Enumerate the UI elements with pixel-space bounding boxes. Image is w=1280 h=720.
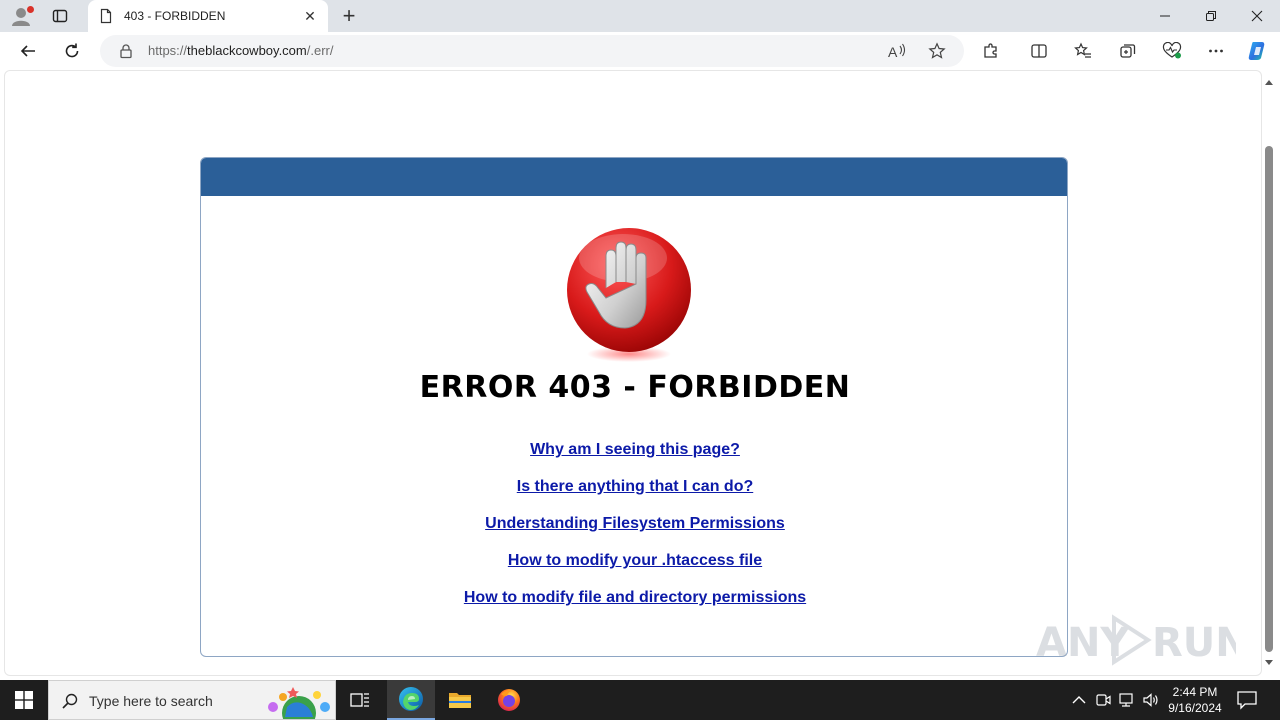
browser-toolbar: https://theblackcowboy.com/.err/ A [0, 32, 1280, 70]
tray-network[interactable] [1118, 691, 1136, 709]
split-screen-button[interactable] [1024, 37, 1054, 65]
tab-actions-icon [52, 9, 68, 23]
puzzle-icon [984, 43, 997, 58]
scroll-down-icon[interactable] [1265, 660, 1273, 665]
more-horizontal-icon [1209, 49, 1223, 53]
read-aloud-icon: A [888, 43, 906, 60]
url-host: theblackcowboy.com [187, 43, 307, 58]
star-icon [928, 42, 946, 59]
favorites-button[interactable] [1068, 37, 1098, 65]
link-modify-file-permissions[interactable]: How to modify file and directory permiss… [201, 588, 1067, 625]
minimize-icon [1160, 15, 1170, 17]
page-scrollbar[interactable] [1262, 70, 1276, 676]
help-links: Why am I seeing this page? Is there anyt… [201, 440, 1067, 625]
taskbar-firefox[interactable] [485, 680, 533, 720]
notification-center-button[interactable] [1236, 690, 1258, 710]
collections-icon [1120, 44, 1136, 58]
restore-icon [1206, 11, 1216, 21]
url-text[interactable]: https://theblackcowboy.com/.err/ [148, 43, 333, 58]
search-placeholder: Type here to search [89, 693, 213, 709]
notification-icon [1237, 691, 1257, 710]
url-scheme: https:// [148, 43, 188, 58]
error-panel: ERROR 403 - FORBIDDEN Why am I seeing th… [200, 157, 1068, 657]
document-icon [100, 8, 112, 24]
link-filesystem-permissions[interactable]: Understanding Filesystem Permissions [201, 514, 1067, 551]
start-button[interactable] [0, 680, 48, 720]
browser-titlebar: 403 - FORBIDDEN ✕ + [0, 0, 1280, 32]
link-modify-htaccess[interactable]: How to modify your .htaccess file [201, 551, 1067, 588]
refresh-button[interactable] [57, 37, 87, 65]
lock-icon[interactable] [118, 43, 134, 59]
arrow-left-icon [20, 45, 35, 57]
search-icon [62, 693, 78, 709]
page-viewport: ERROR 403 - FORBIDDEN Why am I seeing th… [4, 70, 1262, 676]
favorites-list-icon [1074, 42, 1091, 58]
clock-date: 9/16/2024 [1168, 701, 1222, 715]
firefox-icon [498, 689, 520, 711]
search-highlight-illustration-icon [268, 687, 330, 719]
browser-essentials-button[interactable] [1157, 37, 1187, 65]
restore-button[interactable] [1188, 0, 1234, 32]
address-bar[interactable]: https://theblackcowboy.com/.err/ A [100, 35, 964, 67]
tab-title: 403 - FORBIDDEN [124, 9, 226, 23]
read-aloud-button[interactable]: A [886, 41, 908, 61]
svg-text:A: A [888, 44, 898, 60]
taskbar-edge[interactable] [387, 680, 435, 720]
browser-tab-active[interactable]: 403 - FORBIDDEN ✕ [88, 0, 328, 32]
favorite-button[interactable] [926, 41, 948, 61]
error-panel-header [201, 158, 1067, 196]
network-icon [1119, 693, 1133, 707]
clock-time: 2:44 PM [1172, 685, 1218, 699]
back-button[interactable] [13, 37, 43, 65]
speaker-icon [1143, 693, 1158, 707]
link-why-seeing-page[interactable]: Why am I seeing this page? [201, 440, 1067, 477]
url-path: /.err/ [306, 43, 334, 58]
minimize-button[interactable] [1142, 0, 1188, 32]
tray-volume[interactable] [1142, 691, 1160, 709]
chevron-up-icon [1072, 696, 1086, 704]
taskbar-file-explorer[interactable] [436, 680, 484, 720]
link-anything-i-can-do[interactable]: Is there anything that I can do? [201, 477, 1067, 514]
profile-button[interactable] [8, 4, 36, 28]
task-view-icon [350, 693, 369, 707]
anyrun-watermark: ANY RUN [1036, 610, 1249, 670]
close-tab-icon[interactable]: ✕ [302, 8, 318, 24]
stop-hand-icon [567, 228, 691, 362]
extensions-button[interactable] [976, 37, 1006, 65]
collections-button[interactable] [1113, 37, 1143, 65]
anyrun-logo-icon: ANY RUN [1036, 614, 1249, 666]
settings-more-button[interactable] [1201, 37, 1231, 65]
copilot-icon [1248, 42, 1265, 60]
task-view-button[interactable] [336, 680, 384, 720]
edge-browser-icon [399, 687, 423, 711]
new-tab-button[interactable]: + [336, 3, 362, 28]
profile-notification-dot [27, 6, 34, 13]
error-title: ERROR 403 - FORBIDDEN [419, 370, 851, 405]
windows-taskbar: Type here to search 2:44 PM 9/16/2024 [0, 680, 1280, 720]
tray-meet-now[interactable] [1094, 691, 1112, 709]
split-screen-icon [1031, 44, 1047, 58]
copilot-button[interactable] [1243, 37, 1273, 65]
meet-now-icon [1096, 694, 1111, 706]
heart-pulse-icon [1162, 42, 1182, 59]
tray-overflow-button[interactable] [1070, 691, 1088, 709]
watermark-text-run: RUN [1152, 620, 1236, 666]
refresh-icon [65, 43, 79, 58]
close-icon [1251, 10, 1263, 22]
taskbar-search-box[interactable]: Type here to search [48, 680, 336, 720]
folder-icon [449, 693, 471, 708]
scroll-up-icon[interactable] [1265, 80, 1273, 85]
windows-logo-icon [15, 691, 33, 709]
close-window-button[interactable] [1234, 0, 1280, 32]
tab-actions-button[interactable] [46, 4, 74, 28]
taskbar-clock[interactable]: 2:44 PM 9/16/2024 [1160, 684, 1230, 716]
scrollbar-thumb[interactable] [1265, 146, 1273, 652]
